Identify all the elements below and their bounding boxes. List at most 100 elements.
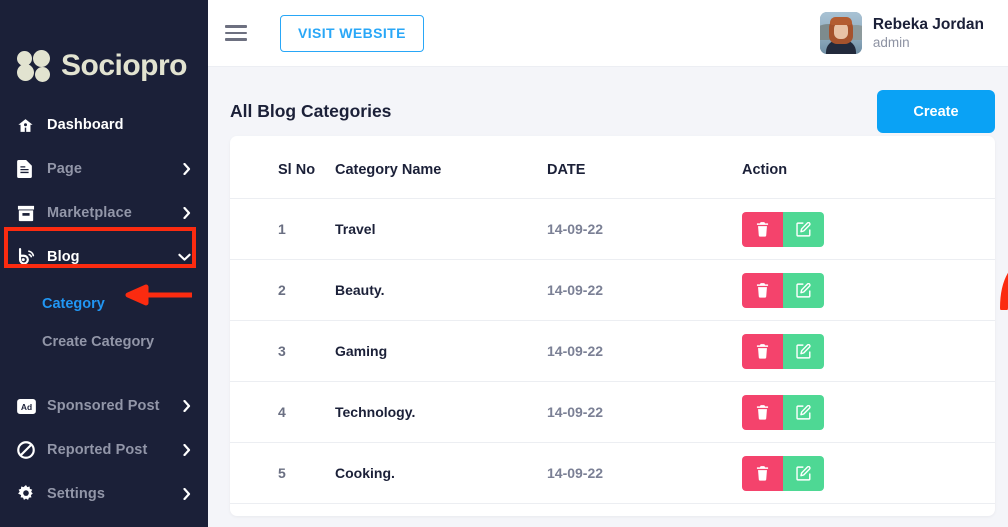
delete-button[interactable] [742,212,783,247]
cell-sl-no: 3 [230,321,335,382]
chevron-right-icon [183,207,191,219]
pencil-square-icon [796,344,811,359]
user-text-block: Rebeka Jordan admin [873,15,984,51]
trash-icon [756,405,769,420]
cell-sl-no: 1 [230,199,335,260]
page-title: All Blog Categories [230,101,391,122]
delete-button[interactable] [742,273,783,308]
sidebar-subitem-label: Create Category [42,334,154,350]
sidebar-subitem-label: Category [42,296,105,312]
blog-rss-icon [17,248,45,266]
hamburger-icon[interactable] [221,18,251,48]
four-dots-logo-icon [17,50,57,82]
categories-table: Sl No Category Name DATE Action 1 Travel… [230,136,995,504]
action-button-group [742,456,995,491]
table-row[interactable]: 5 Cooking. 14-09-22 [230,443,995,504]
sidebar-item-settings[interactable]: Settings [0,472,208,516]
sidebar-subitem-category[interactable]: Category [0,285,208,323]
sidebar-item-label: Marketplace [45,205,183,221]
main-content: VISIT WEBSITE Rebeka Jordan admin All Bl… [208,0,1008,527]
cell-date: 14-09-22 [547,260,742,321]
cell-sl-no: 5 [230,443,335,504]
cell-action [742,260,995,321]
cell-category-name: Cooking. [335,443,547,504]
sidebar-item-sponsored-post[interactable]: Ad Sponsored Post [0,384,208,428]
table-row[interactable]: 4 Technology. 14-09-22 [230,382,995,443]
gear-icon [17,485,45,503]
sidebar-item-marketplace[interactable]: Marketplace [0,191,208,235]
column-header-date: DATE [547,136,742,199]
user-name: Rebeka Jordan [873,15,984,34]
action-button-group [742,395,995,430]
delete-button[interactable] [742,456,783,491]
document-icon [17,160,45,178]
sidebar-item-label: Sponsored Post [45,398,183,414]
trash-icon [756,283,769,298]
cell-action [742,199,995,260]
edit-button[interactable] [783,212,824,247]
action-button-group [742,212,995,247]
action-button-group [742,273,995,308]
cell-category-name: Beauty. [335,260,547,321]
cell-action [742,382,995,443]
cell-action [742,443,995,504]
sidebar-subitem-create-category[interactable]: Create Category [0,323,208,361]
cell-category-name: Gaming [335,321,547,382]
column-header-sl-no: Sl No [230,136,335,199]
user-role: admin [873,34,984,51]
table-head: Sl No Category Name DATE Action [230,136,995,199]
chevron-right-icon [183,400,191,412]
sidebar-item-label: Page [45,161,183,177]
ad-badge-icon: Ad [17,399,45,414]
sidebar-item-blog[interactable]: Blog [0,235,208,279]
cell-category-name: Travel [335,199,547,260]
user-menu[interactable]: Rebeka Jordan admin [820,12,994,54]
nav-divider-space [0,361,208,384]
pencil-square-icon [796,283,811,298]
home-icon [17,117,45,134]
sidebar: Sociopro Dashboard Page [0,0,208,527]
brand-name: Sociopro [61,50,187,82]
sidebar-item-label: Reported Post [45,442,183,458]
store-icon [17,205,45,222]
table-row[interactable]: 3 Gaming 14-09-22 [230,321,995,382]
sidebar-item-reported-post[interactable]: Reported Post [0,428,208,472]
cell-sl-no: 4 [230,382,335,443]
pencil-square-icon [796,466,811,481]
block-circle-icon [17,441,45,459]
delete-button[interactable] [742,395,783,430]
cell-action [742,321,995,382]
table-row[interactable]: 2 Beauty. 14-09-22 [230,260,995,321]
cell-sl-no: 2 [230,260,335,321]
edit-button[interactable] [783,456,824,491]
delete-button[interactable] [742,334,783,369]
trash-icon [756,344,769,359]
sidebar-item-dashboard[interactable]: Dashboard [0,103,208,147]
edit-button[interactable] [783,395,824,430]
cell-date: 14-09-22 [547,382,742,443]
cell-date: 14-09-22 [547,321,742,382]
chevron-right-icon [183,163,191,175]
table-header-row: Sl No Category Name DATE Action [230,136,995,199]
sidebar-item-label: Settings [45,486,183,502]
chevron-right-icon [183,444,191,456]
table-row[interactable]: 1 Travel 14-09-22 [230,199,995,260]
brand-logo[interactable]: Sociopro [0,0,208,94]
create-button[interactable]: Create [877,90,995,133]
blog-submenu: Category Create Category [0,279,208,361]
action-button-group [742,334,995,369]
sidebar-item-label: Dashboard [45,117,191,133]
sidebar-item-page[interactable]: Page [0,147,208,191]
pencil-square-icon [796,222,811,237]
avatar [820,12,862,54]
column-header-category-name: Category Name [335,136,547,199]
chevron-down-icon [178,253,191,262]
cell-date: 14-09-22 [547,199,742,260]
svg-text:Ad: Ad [21,401,32,411]
pencil-square-icon [796,405,811,420]
edit-button[interactable] [783,273,824,308]
visit-website-button[interactable]: VISIT WEBSITE [280,15,424,52]
app-root: Sociopro Dashboard Page [0,0,1008,527]
edit-button[interactable] [783,334,824,369]
chevron-right-icon [183,488,191,500]
